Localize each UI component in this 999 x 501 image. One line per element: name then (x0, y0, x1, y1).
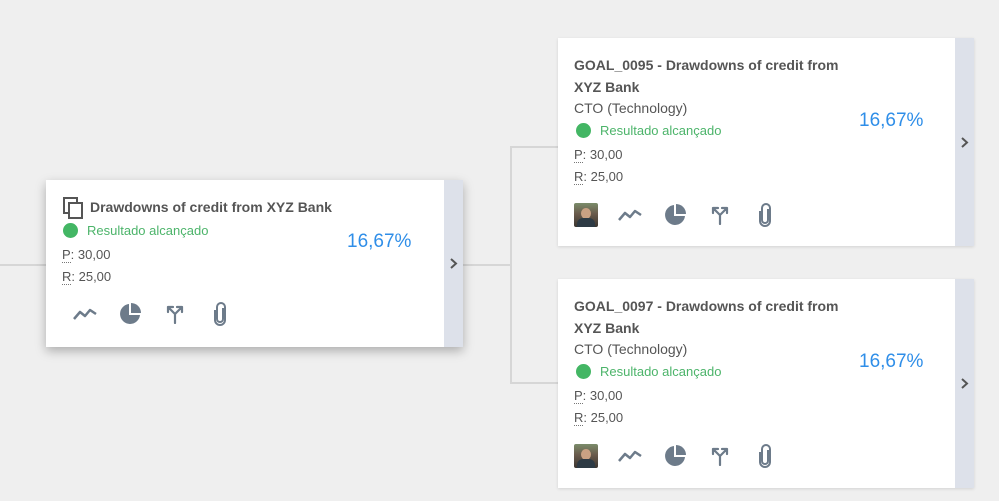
connector-main-out (463, 264, 512, 266)
status-text: Resultado alcançado (87, 223, 209, 238)
chevron-right-icon (961, 378, 969, 389)
goal-owner: CTO (Technology) (574, 100, 688, 116)
avatar[interactable] (574, 203, 598, 227)
pie-chart-icon[interactable] (662, 202, 688, 228)
trend-line-icon[interactable] (72, 301, 98, 327)
status-dot (576, 364, 591, 379)
goal-title: GOAL_0097 - Drawdowns of credit from XYZ… (574, 295, 874, 339)
planned-number: : 30,00 (70, 247, 111, 262)
expand-button[interactable] (444, 180, 463, 347)
expand-button[interactable] (955, 279, 974, 488)
status-text: Resultado alcançado (600, 364, 722, 379)
connector-vertical (510, 146, 512, 384)
goal-title-line2: XYZ Bank (574, 320, 640, 336)
connector-bottom-branch (510, 382, 558, 384)
goal-title: GOAL_0095 - Drawdowns of credit from XYZ… (574, 54, 874, 98)
realized-label: R (62, 269, 72, 285)
status-badge: Resultado alcançado (576, 123, 721, 138)
realized-label: R (574, 169, 584, 185)
branch-icon[interactable] (707, 202, 733, 228)
goal-owner: CTO (Technology) (574, 341, 688, 357)
pie-chart-icon[interactable] (117, 301, 143, 327)
copy-icon[interactable] (60, 195, 86, 221)
branch-icon[interactable] (162, 301, 188, 327)
status-badge: Resultado alcançado (576, 364, 721, 379)
avatar[interactable] (574, 444, 598, 468)
realized-value: R: 25,00 (62, 269, 112, 285)
trend-line-icon[interactable] (617, 443, 643, 469)
goal-card-child[interactable]: GOAL_0095 - Drawdowns of credit from XYZ… (558, 38, 974, 246)
planned-label: P (574, 388, 583, 404)
trend-line-icon[interactable] (617, 202, 643, 228)
card-actions (574, 443, 778, 469)
realized-number: : 25,00 (583, 410, 624, 425)
planned-value: P: 30,00 (574, 147, 623, 163)
planned-number: : 30,00 (582, 388, 623, 403)
connector-top-branch (510, 146, 558, 148)
planned-value: P: 30,00 (62, 247, 111, 263)
achievement-percent: 16,67% (347, 231, 412, 252)
goal-card-main[interactable]: Drawdowns of credit from XYZ Bank Result… (46, 180, 463, 347)
goal-title-line2: XYZ Bank (574, 79, 640, 95)
status-dot (576, 123, 591, 138)
achievement-percent: 16,67% (859, 110, 924, 131)
connector-left (0, 264, 46, 266)
branch-icon[interactable] (707, 443, 733, 469)
realized-number: : 25,00 (71, 269, 112, 284)
goal-title-line1: GOAL_0095 - Drawdowns of credit from (574, 57, 839, 73)
goal-card-child[interactable]: GOAL_0097 - Drawdowns of credit from XYZ… (558, 279, 974, 488)
planned-value: P: 30,00 (574, 388, 623, 404)
realized-value: R: 25,00 (574, 169, 624, 185)
realized-label: R (574, 410, 584, 426)
planned-label: P (62, 247, 71, 263)
goal-title-line1: GOAL_0097 - Drawdowns of credit from (574, 298, 839, 314)
paperclip-icon[interactable] (752, 443, 778, 469)
status-badge: Resultado alcançado (63, 223, 208, 238)
card-actions (72, 301, 233, 327)
realized-number: : 25,00 (583, 169, 624, 184)
achievement-percent: 16,67% (859, 351, 924, 372)
expand-button[interactable] (955, 38, 974, 246)
paperclip-icon[interactable] (752, 202, 778, 228)
status-text: Resultado alcançado (600, 123, 722, 138)
paperclip-icon[interactable] (207, 301, 233, 327)
goal-title: Drawdowns of credit from XYZ Bank (90, 199, 332, 215)
planned-number: : 30,00 (582, 147, 623, 162)
pie-chart-icon[interactable] (662, 443, 688, 469)
chevron-right-icon (450, 258, 458, 269)
planned-label: P (574, 147, 583, 163)
status-dot (63, 223, 78, 238)
chevron-right-icon (961, 136, 969, 148)
card-actions (574, 202, 778, 228)
realized-value: R: 25,00 (574, 410, 624, 426)
